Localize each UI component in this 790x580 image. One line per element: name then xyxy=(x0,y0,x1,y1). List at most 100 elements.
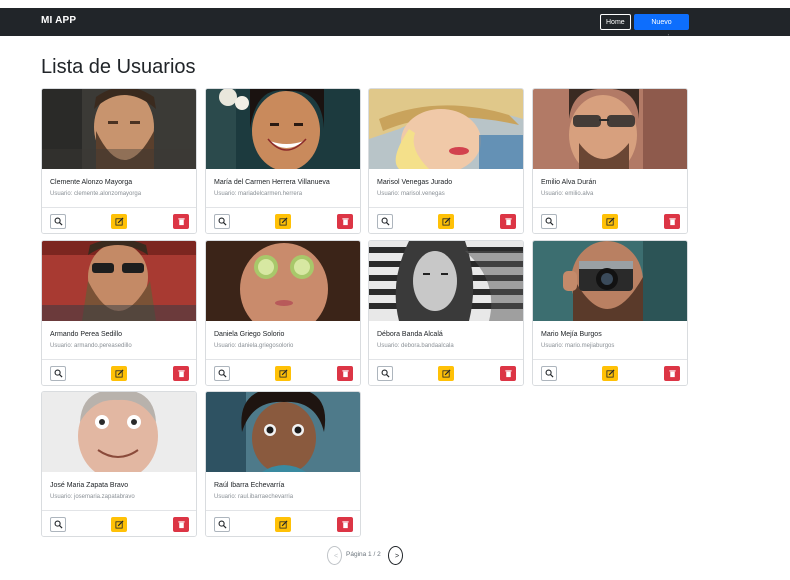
user-photo xyxy=(369,241,523,321)
magnifier-icon xyxy=(218,520,227,529)
edit-button[interactable] xyxy=(111,517,127,532)
user-photo xyxy=(533,241,687,321)
next-page-button[interactable]: > xyxy=(388,546,403,565)
user-username: Usuario: emilio.alva xyxy=(541,191,594,197)
user-photo xyxy=(42,241,196,321)
edit-icon xyxy=(114,369,124,378)
edit-icon xyxy=(114,217,124,226)
navbar: MI APP Home Nuevo usuario xyxy=(0,8,790,42)
trash-icon xyxy=(504,370,512,378)
delete-button[interactable] xyxy=(664,366,680,381)
user-username: Usuario: mario.mejiaburgos xyxy=(541,343,615,349)
user-username: Usuario: clemente.alonzomayorga xyxy=(50,191,142,197)
brand-logo[interactable]: MI APP xyxy=(41,15,76,26)
user-name: José Maria Zapata Bravo xyxy=(50,482,129,489)
edit-button[interactable] xyxy=(111,214,127,229)
view-button[interactable] xyxy=(214,517,230,532)
trash-icon xyxy=(177,218,185,226)
magnifier-icon xyxy=(218,369,227,378)
magnifier-icon xyxy=(218,217,227,226)
delete-button[interactable] xyxy=(337,366,353,381)
edit-icon xyxy=(278,217,288,226)
delete-button[interactable] xyxy=(500,214,516,229)
user-photo xyxy=(369,89,523,169)
trash-icon xyxy=(341,521,349,529)
trash-icon xyxy=(177,370,185,378)
user-name: Marisol Venegas Jurado xyxy=(377,179,453,186)
home-button[interactable]: Home xyxy=(600,14,631,30)
card-actions xyxy=(533,359,687,385)
view-button[interactable] xyxy=(50,517,66,532)
prev-page-button[interactable]: < xyxy=(327,546,342,565)
user-name: Armando Perea Sedillo xyxy=(50,331,122,338)
user-card: María del Carmen Herrera Villanueva Usua… xyxy=(205,88,361,234)
edit-button[interactable] xyxy=(438,366,454,381)
user-username: Usuario: daniela.griegosolorio xyxy=(214,343,294,349)
edit-icon xyxy=(441,217,451,226)
card-actions xyxy=(369,207,523,233)
delete-button[interactable] xyxy=(173,517,189,532)
magnifier-icon xyxy=(381,217,390,226)
edit-icon xyxy=(278,520,288,529)
delete-button[interactable] xyxy=(664,214,680,229)
delete-button[interactable] xyxy=(173,366,189,381)
page-indicator: Página 1 / 2 xyxy=(346,551,381,558)
user-card: Débora Banda Alcalá Usuario: debora.band… xyxy=(368,240,524,386)
user-username: Usuario: josemaria.zapatabravo xyxy=(50,494,135,500)
user-photo xyxy=(42,89,196,169)
user-name: Mario Mejía Burgos xyxy=(541,331,602,338)
delete-button[interactable] xyxy=(173,214,189,229)
user-photo xyxy=(42,392,196,472)
trash-icon xyxy=(504,218,512,226)
card-actions xyxy=(206,359,360,385)
user-card: Clemente Alonzo Mayorga Usuario: clement… xyxy=(41,88,197,234)
user-name: Emilio Alva Durán xyxy=(541,179,597,186)
user-photo xyxy=(206,89,360,169)
view-button[interactable] xyxy=(50,366,66,381)
edit-button[interactable] xyxy=(602,366,618,381)
trash-icon xyxy=(668,370,676,378)
edit-icon xyxy=(441,369,451,378)
edit-button[interactable] xyxy=(275,366,291,381)
top-strip xyxy=(0,0,790,8)
view-button[interactable] xyxy=(541,366,557,381)
user-card: Raúl Ibarra Echevarría Usuario: raul.iba… xyxy=(205,391,361,537)
card-actions xyxy=(533,207,687,233)
user-photo xyxy=(206,241,360,321)
edit-button[interactable] xyxy=(111,366,127,381)
delete-button[interactable] xyxy=(337,214,353,229)
user-card: Emilio Alva Durán Usuario: emilio.alva xyxy=(532,88,688,234)
user-card: Mario Mejía Burgos Usuario: mario.mejiab… xyxy=(532,240,688,386)
delete-button[interactable] xyxy=(337,517,353,532)
edit-button[interactable] xyxy=(275,517,291,532)
user-username: Usuario: mariadelcarmen.herrera xyxy=(214,191,303,197)
magnifier-icon xyxy=(54,369,63,378)
trash-icon xyxy=(341,218,349,226)
user-photo xyxy=(533,89,687,169)
view-button[interactable] xyxy=(214,214,230,229)
view-button[interactable] xyxy=(541,214,557,229)
user-card: Daniela Griego Solorio Usuario: daniela.… xyxy=(205,240,361,386)
edit-button[interactable] xyxy=(602,214,618,229)
view-button[interactable] xyxy=(377,366,393,381)
edit-button[interactable] xyxy=(438,214,454,229)
trash-icon xyxy=(668,218,676,226)
delete-button[interactable] xyxy=(500,366,516,381)
user-name: Daniela Griego Solorio xyxy=(214,331,285,338)
user-name: Clemente Alonzo Mayorga xyxy=(50,179,133,186)
card-actions xyxy=(206,207,360,233)
edit-button[interactable] xyxy=(275,214,291,229)
card-actions xyxy=(42,207,196,233)
magnifier-icon xyxy=(54,520,63,529)
user-name: Raúl Ibarra Echevarría xyxy=(214,482,285,489)
view-button[interactable] xyxy=(214,366,230,381)
edit-icon xyxy=(605,217,615,226)
view-button[interactable] xyxy=(377,214,393,229)
new-user-button[interactable]: Nuevo usuario xyxy=(634,14,689,42)
trash-icon xyxy=(341,370,349,378)
view-button[interactable] xyxy=(50,214,66,229)
user-card: Armando Perea Sedillo Usuario: armando.p… xyxy=(41,240,197,386)
edit-icon xyxy=(605,369,615,378)
edit-icon xyxy=(278,369,288,378)
magnifier-icon xyxy=(545,369,554,378)
